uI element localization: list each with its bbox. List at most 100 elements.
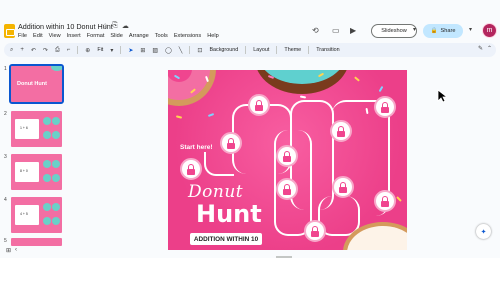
add-comment-icon[interactable]: ⊡ bbox=[197, 47, 202, 54]
lock-icon[interactable] bbox=[248, 94, 270, 116]
lock-icon[interactable] bbox=[330, 120, 352, 142]
transition-button[interactable]: Transition bbox=[316, 47, 339, 53]
donut-frosting bbox=[347, 226, 407, 250]
layout-button[interactable]: Layout bbox=[253, 47, 269, 53]
filmstrip[interactable]: 1 Donut Hunt 2 1 + 6 3 8 + 0 4 4 + 5 5 bbox=[0, 58, 66, 258]
avatar[interactable]: m bbox=[482, 23, 497, 38]
collapse-filmstrip-icon[interactable]: ‹ bbox=[15, 247, 17, 257]
lock-icon[interactable] bbox=[276, 145, 298, 167]
path-segment bbox=[204, 152, 234, 176]
slide-number: 2 bbox=[4, 111, 7, 117]
thumb-donut bbox=[52, 131, 60, 139]
paint-format-icon[interactable]: ⌐ bbox=[67, 47, 71, 53]
slide-title-line2: Hunt bbox=[196, 200, 262, 228]
explore-icon[interactable]: ✦ bbox=[476, 224, 491, 239]
thumb-equation: 8 + 0 bbox=[20, 169, 28, 173]
share-label: Share bbox=[440, 28, 456, 34]
grid-view-icon[interactable]: ⊞ bbox=[6, 247, 11, 257]
slideshow-options-icon[interactable]: ▾ bbox=[413, 26, 416, 33]
slide-thumbnail[interactable] bbox=[11, 238, 62, 246]
thumb-donut bbox=[52, 203, 60, 211]
menu-slide[interactable]: Slide bbox=[110, 33, 122, 39]
menu-view[interactable]: View bbox=[49, 33, 61, 39]
share-button[interactable]: 🔒 Share bbox=[423, 24, 463, 38]
print-icon[interactable]: ⎙ bbox=[55, 47, 60, 54]
slide-thumbnail[interactable]: Donut Hunt bbox=[9, 64, 64, 104]
add-slide-icon[interactable]: + bbox=[20, 47, 24, 53]
menu-extensions[interactable]: Extensions bbox=[174, 33, 201, 39]
view-controls: ⊞ ‹ bbox=[0, 247, 68, 257]
thumb-donut bbox=[52, 160, 60, 168]
menu-bar: File Edit View Insert Format Slide Arran… bbox=[18, 33, 219, 39]
background-button[interactable]: Background bbox=[209, 47, 238, 53]
zoom-icon[interactable]: ⊕ bbox=[85, 47, 90, 54]
thumb-donut bbox=[43, 174, 51, 182]
thumb-donut bbox=[43, 131, 51, 139]
slide-thumbnail[interactable]: 4 + 5 bbox=[11, 197, 62, 233]
menu-tools[interactable]: Tools bbox=[155, 33, 168, 39]
start-label: Start here! bbox=[180, 144, 213, 151]
toolbar-divider bbox=[245, 46, 247, 54]
lock-icon[interactable] bbox=[304, 220, 326, 242]
thumb-equation: 4 + 5 bbox=[20, 212, 28, 216]
redo-icon[interactable]: ↷ bbox=[43, 47, 48, 54]
zoom-select[interactable]: Fit bbox=[97, 47, 103, 53]
cloud-status-icon[interactable]: ☁ bbox=[122, 22, 129, 30]
move-folder-icon[interactable]: ⎘ bbox=[112, 22, 118, 30]
slides-logo-icon[interactable] bbox=[4, 24, 15, 38]
share-options-icon[interactable]: ▾ bbox=[469, 26, 472, 33]
meet-icon[interactable]: ▶ bbox=[350, 26, 356, 35]
search-menus-icon[interactable]: ⌕ bbox=[10, 47, 13, 54]
slide-number: 1 bbox=[4, 66, 7, 72]
slide-subtitle: ADDITION WITHIN 10 bbox=[190, 233, 262, 245]
toolbar-divider bbox=[276, 46, 278, 54]
toolbar-divider bbox=[308, 46, 310, 54]
thumb-donut bbox=[43, 203, 51, 211]
thumb-donut bbox=[51, 66, 62, 71]
lock-icon[interactable] bbox=[220, 132, 242, 154]
slide-canvas[interactable]: Start here! Donut Hunt ADDITION WITHIN 1… bbox=[168, 70, 407, 250]
select-cursor-icon[interactable]: ➤ bbox=[128, 47, 133, 54]
slide-thumbnail[interactable]: 1 + 6 bbox=[11, 111, 62, 147]
menu-help[interactable]: Help bbox=[207, 33, 219, 39]
slide-number: 4 bbox=[4, 197, 7, 203]
slideshow-button[interactable]: Slideshow bbox=[371, 24, 417, 38]
title-bar: Addition within 10 Donut Hunt ☆ ⎘ ☁ File… bbox=[0, 0, 500, 44]
menu-format[interactable]: Format bbox=[87, 33, 105, 39]
lock-icon[interactable] bbox=[276, 178, 298, 200]
comments-icon[interactable]: ▭ bbox=[332, 26, 340, 35]
history-icon[interactable]: ⟲ bbox=[312, 26, 319, 35]
theme-button[interactable]: Theme bbox=[284, 47, 301, 53]
undo-icon[interactable]: ↶ bbox=[31, 47, 36, 54]
slide-title-line1: Donut bbox=[188, 182, 244, 202]
menu-edit[interactable]: Edit bbox=[33, 33, 43, 39]
thumb-donut bbox=[43, 117, 51, 125]
thumb-title: Donut Hunt bbox=[17, 81, 47, 87]
lock-icon[interactable] bbox=[374, 96, 396, 118]
menu-insert[interactable]: Insert bbox=[67, 33, 81, 39]
zoom-caret-icon[interactable]: ▾ bbox=[110, 47, 113, 54]
menu-file[interactable]: File bbox=[18, 33, 27, 39]
toolbar: ⌕ + ↶ ↷ ⎙ ⌐ ⊕ Fit ▾ ➤ ⊞ ▨ ◯ ╲ ⊡ Backgrou… bbox=[4, 43, 496, 57]
toolbar-divider bbox=[77, 46, 79, 54]
slide-number: 5 bbox=[4, 238, 7, 244]
bottom-strip bbox=[0, 258, 500, 281]
collapse-icon[interactable]: ⌃ bbox=[487, 45, 492, 52]
toolbar-right: ✎ ⌃ bbox=[478, 45, 492, 52]
lock-icon[interactable] bbox=[374, 190, 396, 212]
shape-icon[interactable]: ◯ bbox=[165, 47, 172, 54]
image-icon[interactable]: ▨ bbox=[152, 47, 158, 54]
toolbar-divider bbox=[120, 46, 122, 54]
line-icon[interactable]: ╲ bbox=[179, 47, 183, 54]
slide-thumbnail[interactable]: 8 + 0 bbox=[11, 154, 62, 190]
star-icon[interactable]: ☆ bbox=[102, 22, 108, 30]
lock-icon[interactable] bbox=[332, 176, 354, 198]
document-title[interactable]: Addition within 10 Donut Hunt bbox=[18, 22, 113, 31]
lock-icon[interactable] bbox=[180, 158, 202, 180]
pen-icon[interactable]: ✎ bbox=[478, 45, 483, 52]
text-box-icon[interactable]: ⊞ bbox=[140, 47, 145, 54]
menu-arrange[interactable]: Arrange bbox=[129, 33, 149, 39]
slide-number: 3 bbox=[4, 154, 7, 160]
mouse-cursor-icon bbox=[437, 89, 447, 103]
thumb-equation: 1 + 6 bbox=[20, 126, 28, 130]
